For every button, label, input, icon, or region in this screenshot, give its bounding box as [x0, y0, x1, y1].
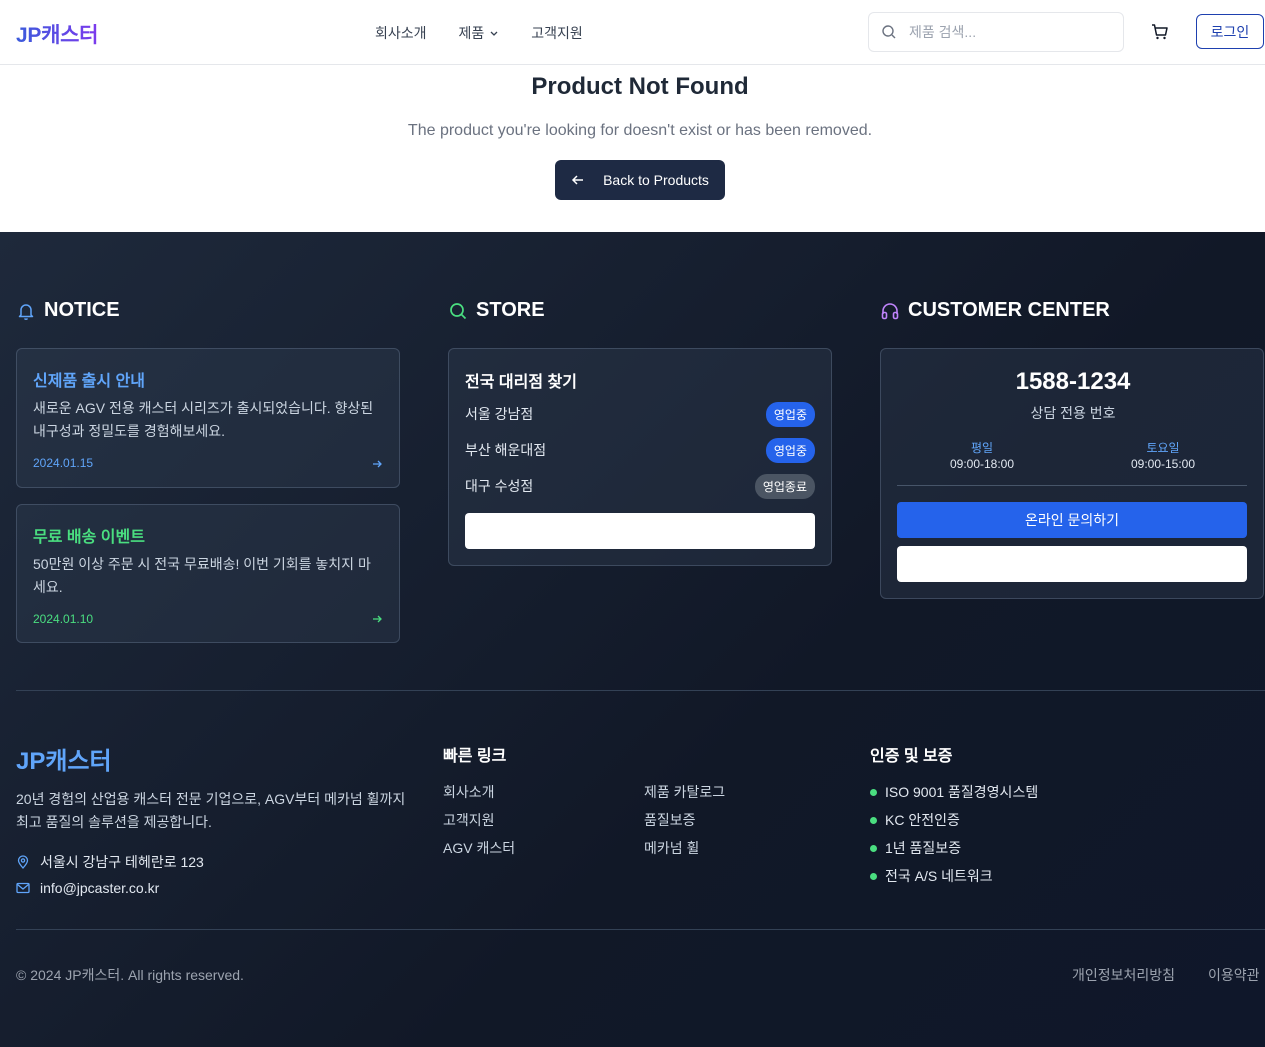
branch-name: 서울 강남점 [465, 406, 534, 422]
notice-item-title: 무료 배송 이벤트 [33, 529, 145, 546]
status-badge: 영업중 [765, 437, 815, 463]
footer-divider [16, 690, 1265, 691]
footer-link[interactable]: 고객지원 [443, 810, 495, 830]
store-card-title: 전국 대리점 찾기 [465, 374, 577, 391]
cert-label: KC 안전인증 [885, 812, 960, 828]
weekday-hours: 평일 09:00-18:00 [912, 439, 1052, 471]
footer-divider [16, 929, 1265, 930]
notice-item-body: 50만원 이상 주문 시 전국 무료배송! 이번 기회를 놓치지 마세요. [33, 556, 371, 595]
terms-link[interactable]: 이용약관 [1208, 965, 1260, 985]
saturday-hours: 토요일 09:00-15:00 [1093, 439, 1233, 471]
search-box [868, 12, 1124, 52]
search-icon [450, 302, 467, 319]
weekday-time: 09:00-18:00 [949, 457, 1015, 471]
saturday-label: 토요일 [1146, 441, 1180, 455]
phone-caption: 상담 전용 번호 [1030, 405, 1116, 421]
notice-item-date: 2024.01.10 [33, 612, 94, 626]
notice-title: NOTICE [44, 299, 120, 321]
footer-link[interactable]: 제품 카탈로그 [644, 782, 725, 802]
secondary-button[interactable] [897, 546, 1247, 582]
chevron-down-icon [490, 31, 498, 36]
notice-card[interactable]: 무료 배송 이벤트 50만원 이상 주문 시 전국 무료배송! 이번 기회를 놓… [16, 504, 400, 643]
footer-link[interactable]: 메카넘 휠 [644, 838, 699, 858]
headphones-icon [881, 302, 899, 319]
nav-label: 제품 [458, 25, 485, 41]
cert-label: 1년 품질보증 [885, 840, 962, 856]
cert-item: 1년 품질보증 [870, 838, 961, 858]
notice-item-title: 신제품 출시 안내 [33, 373, 145, 390]
arrow-right-icon [373, 460, 382, 468]
back-to-products-button[interactable]: Back to Products [555, 160, 725, 200]
notice-item-body: 새로운 AGV 전용 캐스터 시리즈가 출시되었습니다. 향상된 내구성과 정밀… [33, 400, 374, 439]
bullet-dot [870, 844, 877, 852]
bullet-dot [870, 816, 877, 824]
notice-item-date: 2024.01.15 [33, 456, 94, 470]
main-nav: 회사소개 제품 고객지원 [375, 23, 583, 43]
store-card: 전국 대리점 찾기 서울 강남점 영업중 부산 해운대점 영업중 대구 수성점 … [448, 348, 832, 566]
arrow-right-icon [373, 615, 382, 623]
phone-number: 1588-1234 [1015, 368, 1131, 395]
copyright: © 2024 JP캐스터. All rights reserved. [16, 967, 244, 983]
online-inquiry-button[interactable]: 온라인 문의하기 [897, 502, 1247, 538]
cert-item: ISO 9001 품질경영시스템 [870, 782, 1038, 802]
mail-icon [16, 882, 30, 894]
page-title: Product Not Found [531, 73, 749, 100]
cert-label: 전국 A/S 네트워크 [885, 868, 993, 884]
nav-label: 고객지원 [531, 25, 583, 41]
privacy-link[interactable]: 개인정보처리방침 [1072, 965, 1175, 985]
status-badge: 영업종료 [754, 473, 815, 499]
notice-card[interactable]: 신제품 출시 안내 새로운 AGV 전용 캐스터 시리즈가 출시되었습니다. 향… [16, 348, 400, 488]
cert-label: ISO 9001 품질경영시스템 [885, 784, 1039, 800]
branch-row[interactable]: 대구 수성점 영업종료 [465, 473, 815, 499]
weekday-label: 평일 [970, 441, 994, 455]
cert-item: 전국 A/S 네트워크 [870, 866, 993, 886]
page-description: The product you're looking for doesn't e… [407, 122, 873, 139]
search-icon [882, 25, 896, 39]
footer-link[interactable]: 품질보증 [644, 810, 696, 830]
site-footer: NOTICE 신제품 출시 안내 새로운 AGV 전용 캐스터 시리즈가 출시되… [0, 232, 1265, 1047]
back-button-label: Back to Products [603, 172, 709, 188]
nav-item-support[interactable]: 고객지원 [531, 23, 583, 43]
bullet-dot [870, 872, 877, 880]
map-pin-icon [17, 855, 29, 869]
address: 서울시 강남구 테헤란로 123 [16, 852, 204, 872]
top-header: JP캐스터 회사소개 제품 고객지원 로그인 [0, 0, 1265, 65]
nav-item-products[interactable]: 제품 [459, 23, 500, 43]
company-description: 20년 경험의 산업용 캐스터 전문 기업으로, AGV부터 메카넘 휠까지 최… [16, 791, 406, 830]
search-input[interactable] [909, 24, 1109, 40]
address-text: 서울시 강남구 테헤란로 123 [40, 854, 204, 870]
footer-link[interactable]: 회사소개 [443, 782, 495, 802]
store-heading: STORE [448, 299, 545, 322]
divider [897, 485, 1247, 486]
arrow-left-icon [572, 175, 584, 185]
store-title: STORE [476, 299, 545, 321]
branch-row[interactable]: 서울 강남점 영업중 [465, 401, 815, 427]
nav-label: 회사소개 [375, 25, 427, 41]
footer-logo[interactable]: JP캐스터 [16, 741, 112, 776]
customer-center-heading: CUSTOMER CENTER [880, 299, 1110, 322]
site-logo[interactable]: JP캐스터 [16, 19, 98, 49]
bullet-dot [870, 788, 877, 796]
login-button[interactable]: 로그인 [1196, 14, 1264, 49]
nav-item-about[interactable]: 회사소개 [375, 23, 427, 43]
footer-link[interactable]: AGV 캐스터 [443, 838, 515, 858]
customer-center-card: 1588-1234 상담 전용 번호 평일 09:00-18:00 토요일 09… [880, 348, 1264, 599]
quick-links-title: 빠른 링크 [443, 748, 507, 765]
customer-center-title: CUSTOMER CENTER [908, 299, 1110, 321]
email-text: info@jpcaster.co.kr [40, 880, 160, 896]
saturday-time: 09:00-15:00 [1130, 457, 1196, 471]
status-badge: 영업중 [765, 401, 815, 427]
branch-name: 대구 수성점 [465, 478, 534, 494]
cert-item: KC 안전인증 [870, 810, 960, 830]
branch-name: 부산 해운대점 [465, 442, 547, 458]
cert-title: 인증 및 보증 [870, 748, 953, 765]
notice-heading: NOTICE [16, 299, 120, 322]
find-store-button[interactable] [465, 513, 815, 549]
email[interactable]: info@jpcaster.co.kr [16, 880, 159, 896]
cart-icon[interactable] [1150, 22, 1170, 42]
bell-icon [18, 303, 34, 320]
branch-row[interactable]: 부산 해운대점 영업중 [465, 437, 815, 463]
